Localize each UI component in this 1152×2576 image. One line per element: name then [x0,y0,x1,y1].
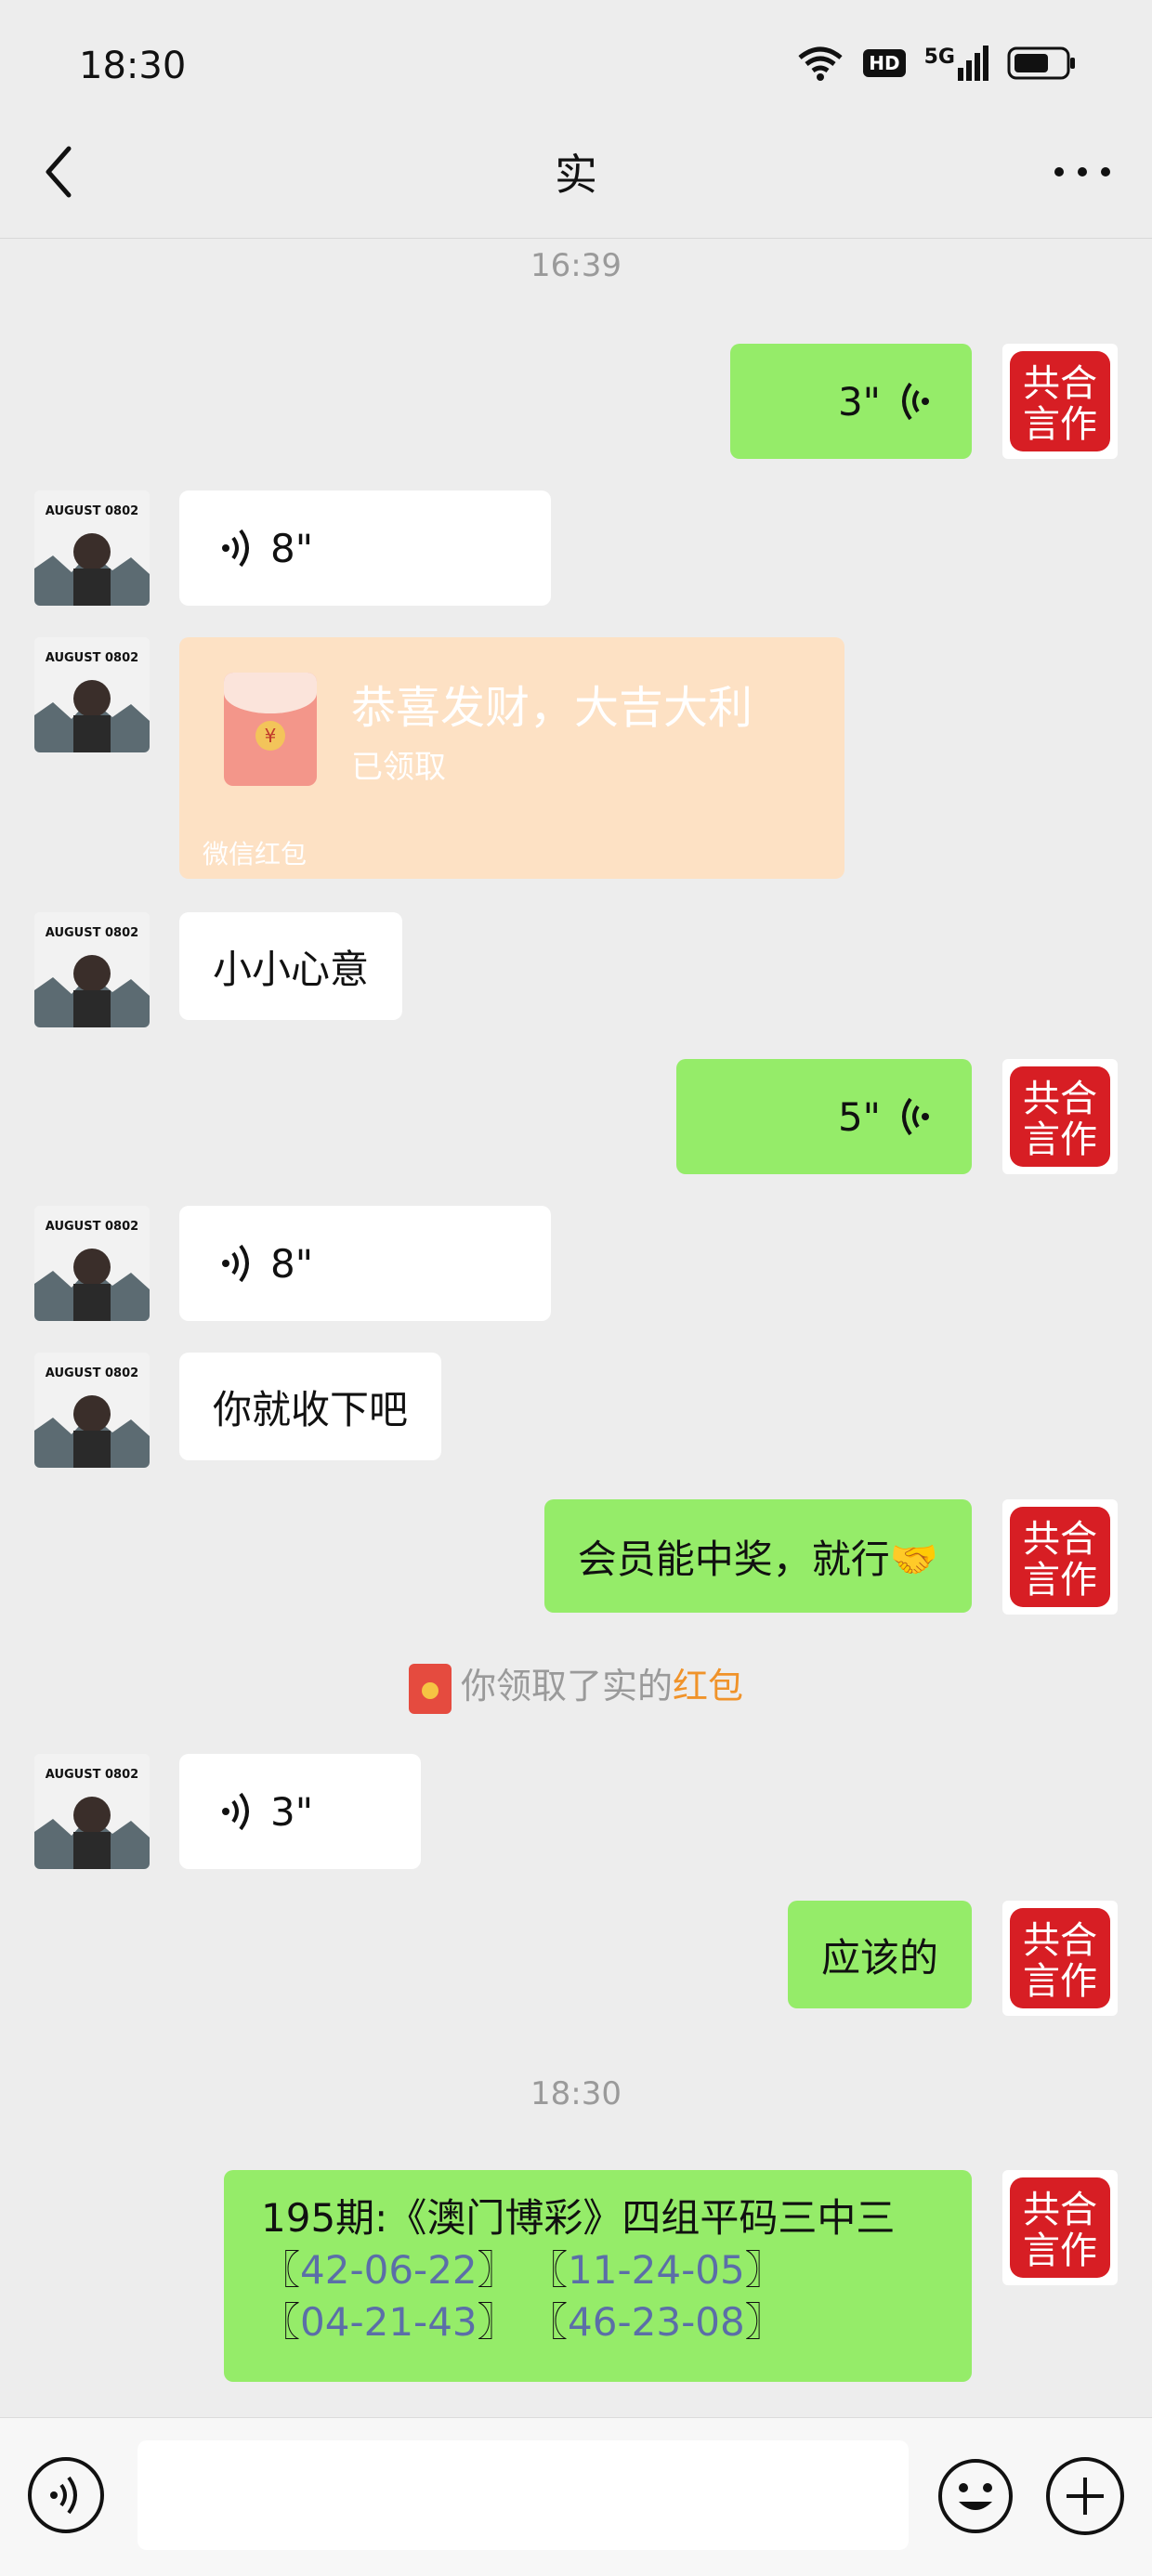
avatar-self[interactable]: 共合 言作 [1002,1059,1118,1174]
voice-message-received[interactable]: 8" [179,1206,551,1321]
bracket-open: 〖 [529,2247,569,2293]
svg-text:共合: 共合 [1023,2189,1097,2231]
voice-wave-icon [902,382,929,421]
svg-text:言作: 言作 [1023,2229,1097,2272]
message-input[interactable] [137,2440,909,2550]
number-row: 〖04-21-43〗 〖46-23-08〗 [261,2296,972,2348]
svg-text:共合: 共合 [1023,1518,1097,1561]
text-message-sent[interactable]: 应该的 [787,1901,972,2008]
text-message-received[interactable]: 你就收下吧 [179,1353,442,1460]
nav-divider [0,238,1152,239]
voice-message-sent[interactable]: 3" [730,344,972,459]
emoji-icon[interactable] [936,2457,1015,2535]
avatar-self[interactable]: 共合 言作 [1002,344,1118,459]
message-text: 你就收下吧 [213,1386,409,1432]
voice-wave-icon [222,1792,249,1831]
input-bar [0,2417,1152,2576]
svg-text:AUGUST 0802: AUGUST 0802 [46,926,138,940]
more-icon[interactable] [1050,153,1115,190]
bracket-close: 〗 [477,2299,517,2345]
voice-message-received[interactable]: 8" [179,490,551,606]
svg-text:共合: 共合 [1023,1078,1097,1120]
voice-duration: 8" [270,525,314,571]
svg-text:AUGUST 0802: AUGUST 0802 [46,1220,138,1234]
message-text: 195期:《澳门博彩》四组平码三中三 [261,2195,896,2241]
voice-duration: 8" [270,1240,314,1287]
bracket-close: 〗 [477,2247,517,2293]
message-text: 会员能中奖，就行🤝 [577,1536,938,1582]
red-packet-link[interactable]: 红包 [673,1666,743,1706]
message-text: 应该的 [820,1934,938,1981]
avatar-contact[interactable]: AUGUST 0802 [34,490,150,606]
wifi-icon [798,46,843,81]
avatar-contact[interactable]: AUGUST 0802 [34,637,150,752]
voice-duration: 3" [837,378,881,425]
svg-text:共合: 共合 [1023,362,1097,405]
red-packet-message[interactable]: ¥ 恭喜发财，大吉大利 已领取 微信红包 [179,637,844,879]
svg-text:言作: 言作 [1023,403,1097,446]
bracket-open: 〖 [261,2299,301,2345]
number-link[interactable]: 11-24-05 [568,2247,745,2293]
signal-icon: 5G [924,46,988,81]
svg-text:AUGUST 0802: AUGUST 0802 [46,1768,138,1782]
network-label: 5G [923,46,955,69]
voice-message-received[interactable]: 3" [179,1754,421,1869]
red-packet-status: 已领取 [351,749,446,786]
red-envelope-icon [408,1663,452,1714]
voice-input-button[interactable] [28,2457,104,2533]
avatar-self[interactable]: 共合 言作 [1002,1901,1118,2016]
avatar-self[interactable]: 共合 言作 [1002,2170,1118,2285]
bracket-close: 〗 [744,2299,784,2345]
chat-title: 实 [555,150,597,200]
svg-text:AUGUST 0802: AUGUST 0802 [46,1366,138,1380]
svg-text:言作: 言作 [1023,1559,1097,1602]
svg-text:AUGUST 0802: AUGUST 0802 [46,651,138,665]
number-link[interactable]: 42-06-22 [300,2247,478,2293]
status-time: 18:30 [79,45,187,87]
timestamp: 16:39 [530,247,622,284]
plus-icon [1067,2478,1104,2515]
number-row: 〖42-06-22〗 〖11-24-05〗 [261,2244,972,2296]
avatar-self[interactable]: 共合 言作 [1002,1499,1118,1615]
svg-text:言作: 言作 [1023,1118,1097,1161]
plus-button[interactable] [1046,2457,1124,2535]
bracket-close: 〗 [744,2247,784,2293]
avatar-contact[interactable]: AUGUST 0802 [34,1206,150,1321]
voice-wave-icon [222,1244,249,1283]
svg-text:共合: 共合 [1023,1919,1097,1962]
voice-wave-icon [902,1097,929,1136]
voice-wave-icon [222,529,249,568]
system-message-text: 你领取了实的 [460,1666,673,1706]
message-text: 小小心意 [213,946,370,992]
voice-duration: 5" [837,1093,881,1140]
number-link[interactable]: 46-23-08 [568,2299,745,2345]
svg-text:言作: 言作 [1023,1960,1097,2003]
text-message-sent[interactable]: 会员能中奖，就行🤝 [543,1499,972,1613]
voice-duration: 3" [270,1788,314,1835]
system-message: 你领取了实的红包 [0,1657,1152,1714]
avatar-contact[interactable]: AUGUST 0802 [34,1353,150,1468]
status-icons: HD 5G [796,45,1078,82]
hd-icon: HD [863,49,906,77]
text-message-sent[interactable]: 195期:《澳门博彩》四组平码三中三 〖42-06-22〗 〖11-24-05〗… [224,2170,972,2382]
voice-message-sent[interactable]: 5" [676,1059,972,1174]
voice-input-icon [50,2476,77,2515]
number-link[interactable]: 04-21-43 [300,2299,478,2345]
avatar-contact[interactable]: AUGUST 0802 [34,1754,150,1869]
avatar-contact[interactable]: AUGUST 0802 [34,912,150,1027]
text-message-received[interactable]: 小小心意 [179,912,403,1020]
svg-text:AUGUST 0802: AUGUST 0802 [46,504,138,518]
red-packet-title: 恭喜发财，大吉大利 [351,682,753,734]
bracket-open: 〖 [261,2247,301,2293]
timestamp: 18:30 [530,2075,622,2112]
bracket-open: 〖 [529,2299,569,2345]
red-envelope-icon: ¥ [224,673,317,786]
battery-icon [1007,46,1075,80]
red-packet-footer: 微信红包 [203,839,308,870]
